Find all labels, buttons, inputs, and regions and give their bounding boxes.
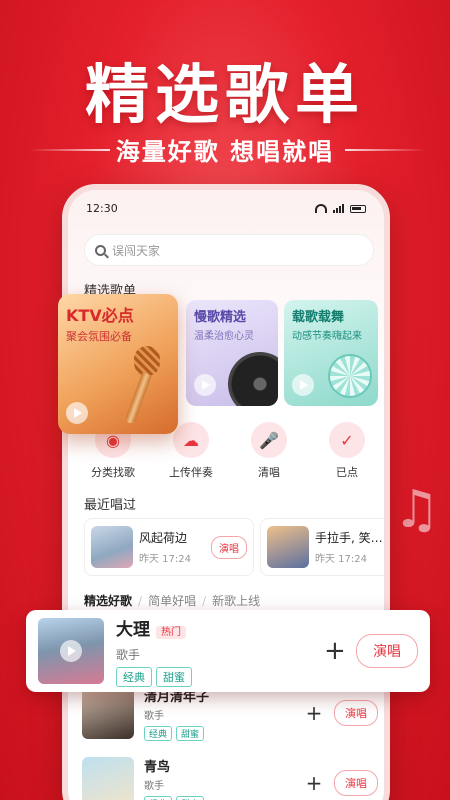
song-cover	[82, 757, 134, 800]
recent-info: 风起荷边 昨天 17:24	[139, 529, 205, 565]
recent-time: 昨天 17:24	[315, 554, 367, 565]
song-cover	[267, 526, 309, 568]
recent-title: 最近唱过	[84, 498, 137, 513]
song-name: 青鸟	[144, 759, 171, 775]
song-tag: 经典	[144, 725, 173, 741]
mic-body	[124, 372, 152, 425]
search-placeholder: 误闯天家	[112, 243, 161, 258]
play-icon[interactable]	[66, 402, 88, 424]
play-icon[interactable]	[292, 374, 314, 396]
recent-song-name: 风起荷边	[139, 531, 188, 545]
song-tag: 甜蜜	[176, 725, 205, 741]
microphone-icon: 🎤	[251, 422, 287, 458]
app-screen: 12:30 误闯天家 精选歌单 慢歌精选 温柔治愈心灵 载歌载舞 动感节奏嗨起来	[68, 190, 384, 800]
add-icon[interactable]: +	[304, 701, 324, 725]
playlist-card-subtitle: 动感节奏嗨起来	[292, 331, 362, 342]
song-row[interactable]: 青鸟 歌手 经典 甜蜜 + 演唱	[82, 752, 378, 800]
status-icons	[315, 202, 366, 215]
quick-action-acapella[interactable]: 🎤 清唱	[238, 422, 300, 480]
song-tag: 经典	[144, 795, 173, 800]
song-cover	[82, 687, 134, 739]
microphone-image	[124, 346, 160, 426]
quick-action-label: 上传伴奏	[169, 466, 213, 479]
song-tags: 经典 甜蜜	[144, 795, 294, 800]
hero-subtitle: 海量好歌 想唱就唱	[115, 138, 335, 166]
recent-time: 昨天 17:24	[139, 554, 191, 565]
playlist-card-slow[interactable]: 慢歌精选 温柔治愈心灵	[186, 300, 278, 406]
playlist-card-ktv[interactable]: KTV必点 聚会氛围必备	[58, 294, 178, 434]
battery-icon	[350, 204, 366, 213]
sing-button[interactable]: 演唱	[334, 770, 378, 796]
tab-easy[interactable]: 简单好唱	[148, 592, 196, 609]
song-tag: 甜蜜	[156, 667, 192, 687]
quick-action-queued[interactable]: ✓ 已点	[316, 422, 378, 480]
song-artist: 歌手	[144, 710, 164, 722]
quick-action-label: 分类找歌	[91, 466, 135, 479]
recent-info: 手拉手, 笑… 昨天 17:24	[315, 529, 384, 565]
sing-button[interactable]: 演唱	[334, 700, 378, 726]
recent-item[interactable]: 风起荷边 昨天 17:24 演唱	[84, 518, 254, 576]
song-tags: 经典 甜蜜	[144, 725, 294, 741]
playlist-card-title: 载歌载舞	[292, 310, 345, 325]
upload-cloud-icon: ☁	[173, 422, 209, 458]
song-artist: 歌手	[144, 780, 164, 792]
tab-new[interactable]: 新歌上线	[212, 592, 260, 609]
status-time: 12:30	[86, 202, 118, 215]
recent-song-name: 手拉手, 笑…	[315, 531, 383, 545]
song-tabs: 精选好歌 / 简单好唱 / 新歌上线	[84, 592, 260, 609]
playlist-card-subtitle: 聚会氛围必备	[66, 330, 132, 343]
clipboard-check-icon: ✓	[329, 422, 365, 458]
add-icon[interactable]: +	[304, 771, 324, 795]
add-icon[interactable]: +	[324, 636, 346, 666]
tab-featured[interactable]: 精选好歌	[84, 592, 132, 609]
song-cover	[91, 526, 133, 568]
mic-head	[134, 346, 160, 376]
song-cover	[38, 618, 104, 684]
hero-title: 精选歌单	[85, 59, 365, 133]
highlight-song-card[interactable]: 大理 热门 歌手 经典 甜蜜 + 演唱	[26, 610, 430, 692]
quick-action-label: 已点	[336, 466, 358, 479]
tab-divider: /	[202, 593, 207, 608]
song-name: 大理 热门	[116, 615, 312, 640]
song-tags: 经典 甜蜜	[116, 667, 312, 687]
playlist-card-subtitle: 温柔治愈心灵	[194, 331, 254, 342]
signal-icon	[333, 204, 344, 213]
recent-item[interactable]: 手拉手, 笑… 昨天 17:24	[260, 518, 384, 576]
disco-ball-image	[328, 354, 372, 398]
sing-button[interactable]: 演唱	[356, 634, 418, 668]
vinyl-image	[228, 352, 278, 406]
song-info: 青鸟 歌手 经典 甜蜜	[144, 756, 294, 800]
search-bar[interactable]: 误闯天家	[84, 234, 374, 266]
quick-action-label: 清唱	[258, 466, 280, 479]
song-info: 大理 热门 歌手 经典 甜蜜	[116, 615, 312, 687]
song-artist: 歌手	[116, 648, 141, 662]
song-info: 清月清年子 歌手 经典 甜蜜	[144, 686, 294, 741]
playlist-card-title: KTV必点	[66, 306, 134, 325]
music-note-icon: ♫	[393, 480, 440, 540]
song-name-text: 大理	[116, 620, 150, 640]
playlist-card-title: 慢歌精选	[194, 310, 247, 325]
search-icon	[95, 244, 106, 256]
wifi-icon	[315, 204, 327, 213]
play-icon[interactable]	[194, 374, 216, 396]
song-tag: 甜蜜	[176, 795, 205, 800]
phone-frame: 12:30 误闯天家 精选歌单 慢歌精选 温柔治愈心灵 载歌载舞 动感节奏嗨起来	[62, 184, 390, 800]
play-icon[interactable]	[60, 640, 82, 662]
sing-button[interactable]: 演唱	[211, 535, 247, 559]
tab-divider: /	[138, 593, 143, 608]
playlist-card-dance[interactable]: 载歌载舞 动感节奏嗨起来	[284, 300, 378, 406]
song-tag: 经典	[116, 667, 152, 687]
status-bar: 12:30	[86, 202, 366, 215]
hot-badge: 热门	[156, 626, 186, 639]
